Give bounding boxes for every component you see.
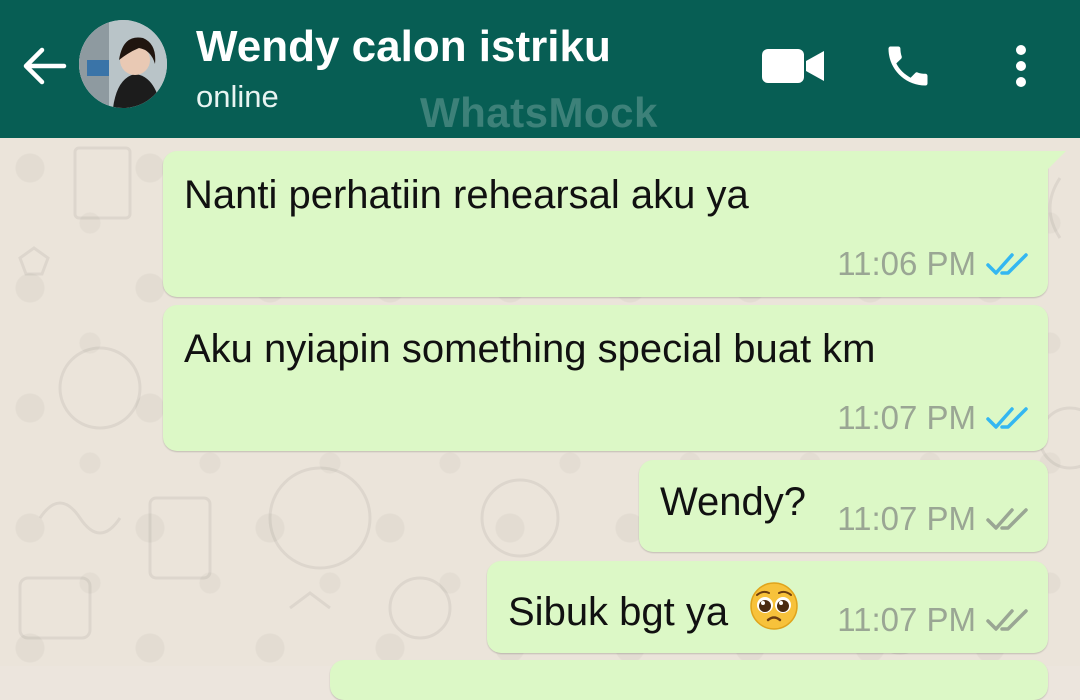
phone-icon: [888, 46, 928, 86]
message-text: Sibuk bgt ya: [508, 590, 729, 634]
chat-header: Wendy calon istriku online WhatsMock: [0, 0, 1080, 138]
contact-status: online: [196, 79, 279, 114]
bubble-tail: [1042, 151, 1066, 175]
double-check-icon: [986, 609, 1028, 631]
message-bubble[interactable]: Wendy? 11:07 PM: [639, 460, 1048, 552]
message-time: 11:06 PM: [837, 245, 976, 282]
message-time: 11:07 PM: [837, 399, 976, 436]
message-bubble-partial[interactable]: [330, 660, 1048, 700]
more-options-button[interactable]: [1010, 44, 1032, 88]
back-arrow-icon: [23, 47, 67, 85]
back-button[interactable]: [20, 44, 68, 88]
message-meta: 11:06 PM: [837, 245, 1028, 283]
avatar-photo: [79, 20, 167, 108]
voice-call-button[interactable]: [882, 40, 934, 92]
message-bubble[interactable]: Sibuk bgt ya 11:07 PM: [487, 561, 1048, 653]
message-time: 11:07 PM: [837, 500, 976, 537]
message-text-row: Sibuk bgt ya: [508, 581, 799, 635]
message-text: Wendy?: [660, 480, 807, 524]
message-meta: 11:07 PM: [837, 399, 1028, 437]
message-bubble[interactable]: Aku nyiapin something special buat km 11…: [163, 305, 1048, 451]
watermark: WhatsMock: [420, 89, 658, 136]
double-check-icon: [986, 253, 1028, 275]
pleading-face-emoji: [750, 582, 799, 630]
message-meta: 11:07 PM: [837, 601, 1028, 639]
more-vertical-icon: [1016, 45, 1026, 87]
video-call-button[interactable]: [762, 47, 824, 85]
message-meta: 11:07 PM: [837, 500, 1028, 538]
double-check-icon: [986, 407, 1028, 429]
message-text: Nanti perhatiin rehearsal aku ya: [184, 173, 749, 217]
message-time: 11:07 PM: [837, 601, 976, 638]
message-bubble[interactable]: Nanti perhatiin rehearsal aku ya 11:06 P…: [163, 151, 1066, 297]
double-check-icon: [986, 508, 1028, 530]
contact-name[interactable]: Wendy calon istriku: [196, 22, 611, 72]
message-text: Aku nyiapin something special buat km: [184, 327, 876, 371]
contact-avatar[interactable]: [79, 20, 167, 108]
video-call-icon: [762, 49, 824, 83]
